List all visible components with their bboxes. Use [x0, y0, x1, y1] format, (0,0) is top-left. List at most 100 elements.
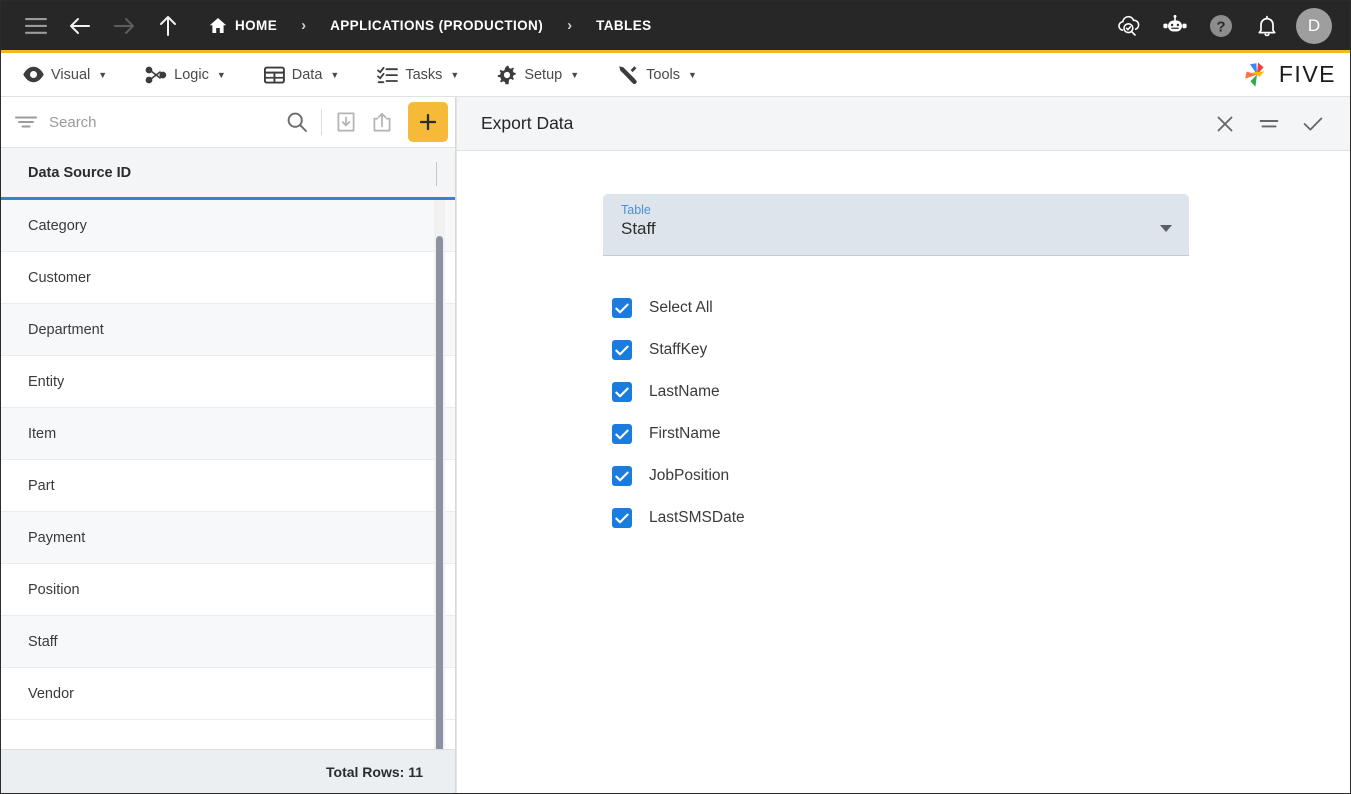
list-item-label: Vendor — [28, 685, 74, 702]
hamburger-icon[interactable] — [19, 9, 53, 43]
robot-assistant-icon[interactable] — [1158, 9, 1192, 43]
chevron-down-icon: ▼ — [216, 69, 226, 80]
page-title: Export Data — [481, 113, 574, 133]
help-icon[interactable]: ? — [1204, 9, 1238, 43]
filter-icon[interactable] — [15, 115, 37, 129]
toolbar-divider — [321, 109, 322, 135]
avatar[interactable]: D — [1296, 7, 1332, 44]
application-window: HOME › APPLICATIONS (PRODUCTION) › TABLE… — [0, 0, 1351, 794]
list-item[interactable]: Part — [1, 460, 455, 512]
arrow-left-icon[interactable] — [63, 9, 97, 43]
checkbox-lastsmsdate[interactable] — [612, 508, 632, 528]
table-grid-icon — [263, 66, 285, 84]
breadcrumb-separator: › — [567, 17, 573, 34]
menu-label-visual: Visual — [51, 66, 91, 83]
checkbox-firstname[interactable] — [612, 424, 632, 444]
list-item[interactable]: Entity — [1, 356, 455, 408]
main-menu-bar: Visual ▼ Logic ▼ Data ▼ Tasks ▼ Setup ▼ … — [1, 53, 1350, 97]
chevron-down-icon: ▼ — [450, 69, 460, 80]
list-item[interactable]: Category — [1, 200, 455, 252]
checkbox-row[interactable]: Select All — [603, 287, 1350, 329]
checkbox-row[interactable]: StaffKey — [603, 329, 1350, 371]
checkbox-label: JobPosition — [649, 467, 730, 484]
menu-item-visual[interactable]: Visual ▼ — [15, 53, 123, 96]
table-dropdown-label: Table — [621, 203, 651, 217]
chevron-down-icon: ▼ — [330, 69, 340, 80]
data-source-sidebar: Data Source ID Category Customer Departmen… — [1, 97, 456, 793]
chevron-down-icon[interactable] — [1160, 225, 1172, 232]
list-item-label: Entity — [28, 373, 65, 390]
list-item-label: Position — [28, 581, 80, 598]
notification-bell-icon[interactable] — [1250, 9, 1284, 43]
five-pinwheel-logo-icon — [1242, 61, 1272, 89]
export-icon[interactable] — [364, 104, 400, 140]
menu-item-setup[interactable]: Setup ▼ — [489, 53, 595, 96]
home-icon — [209, 17, 227, 34]
panel-actions — [1214, 113, 1324, 135]
checkbox-row[interactable]: JobPosition — [603, 455, 1350, 497]
top-navigation-bar: HOME › APPLICATIONS (PRODUCTION) › TABLE… — [1, 1, 1350, 53]
svg-text:?: ? — [1216, 18, 1225, 35]
total-rows-label: Total Rows: 11 — [326, 763, 423, 780]
menu-item-tasks[interactable]: Tasks ▼ — [369, 53, 475, 96]
checkbox-staffkey[interactable] — [612, 340, 632, 360]
column-resize-handle[interactable] — [436, 162, 437, 186]
panel-header: Export Data — [457, 97, 1350, 151]
checkbox-label: LastSMSDate — [649, 509, 745, 526]
breadcrumb-label-home: HOME — [235, 18, 278, 33]
checkbox-jobposition[interactable] — [612, 466, 632, 486]
list-item-label: Part — [28, 477, 55, 494]
menu-item-data[interactable]: Data ▼ — [256, 53, 356, 96]
close-icon[interactable] — [1214, 113, 1236, 135]
gear-icon — [497, 65, 517, 85]
checkbox-lastname[interactable] — [612, 382, 632, 402]
list-item-label: Department — [28, 321, 104, 338]
checkbox-row[interactable]: FirstName — [603, 413, 1350, 455]
topbar-actions: ? D — [1112, 7, 1336, 44]
list-item-label: Staff — [28, 633, 58, 650]
breadcrumb-item-applications[interactable]: APPLICATIONS (PRODUCTION) — [324, 18, 549, 33]
breadcrumb-item-home[interactable]: HOME — [203, 17, 283, 34]
arrow-right-icon[interactable] — [107, 9, 141, 43]
logic-nodes-icon — [145, 66, 167, 84]
data-source-list: Category Customer Department Entity Item Part… — [1, 200, 455, 749]
add-record-button[interactable] — [408, 102, 448, 142]
checkbox-label: StaffKey — [649, 341, 708, 358]
menu-item-logic[interactable]: Logic ▼ — [137, 53, 242, 96]
checkbox-row[interactable]: LastName — [603, 371, 1350, 413]
rows-container: Category Customer Department Entity Item Part… — [1, 200, 455, 720]
tools-icon — [617, 65, 639, 85]
checkbox-label: Select All — [649, 299, 713, 316]
scrollbar-thumb[interactable] — [436, 236, 443, 749]
grid-column-header[interactable]: Data Source ID — [1, 148, 455, 200]
arrow-up-icon[interactable] — [151, 9, 185, 43]
list-item[interactable]: Staff — [1, 616, 455, 668]
panel-body: Table Staff Select All StaffKey LastName Fi… — [457, 151, 1350, 793]
confirm-check-icon[interactable] — [1302, 113, 1324, 135]
list-item[interactable]: Payment — [1, 512, 455, 564]
menu-lines-icon[interactable] — [1258, 113, 1280, 135]
brand-name: FIVE — [1278, 61, 1336, 87]
checkbox-row[interactable]: LastSMSDate — [603, 497, 1350, 539]
column-header-label: Data Source ID — [28, 164, 132, 181]
search-toolbar — [1, 97, 455, 148]
cloud-check-icon[interactable] — [1112, 9, 1146, 43]
main-content-area: Data Source ID Category Customer Departmen… — [1, 97, 1350, 793]
search-icon[interactable] — [279, 104, 315, 140]
list-item-label: Payment — [28, 529, 86, 546]
table-dropdown[interactable]: Table Staff — [603, 194, 1189, 256]
chevron-down-icon: ▼ — [570, 69, 580, 80]
list-item[interactable]: Department — [1, 304, 455, 356]
list-item-label: Category — [28, 217, 87, 234]
import-icon[interactable] — [328, 104, 364, 140]
list-item[interactable]: Position — [1, 564, 455, 616]
column-checkbox-list: Select All StaffKey LastName FirstName JobPo… — [457, 256, 1350, 539]
list-item[interactable]: Item — [1, 408, 455, 460]
menu-label-tools: Tools — [646, 66, 680, 83]
list-item[interactable]: Vendor — [1, 668, 455, 720]
search-input[interactable] — [49, 113, 279, 131]
list-item[interactable]: Customer — [1, 252, 455, 304]
checkbox-select-all[interactable] — [612, 298, 632, 318]
breadcrumb-item-tables[interactable]: TABLES — [590, 18, 657, 33]
menu-item-tools[interactable]: Tools ▼ — [609, 53, 713, 96]
